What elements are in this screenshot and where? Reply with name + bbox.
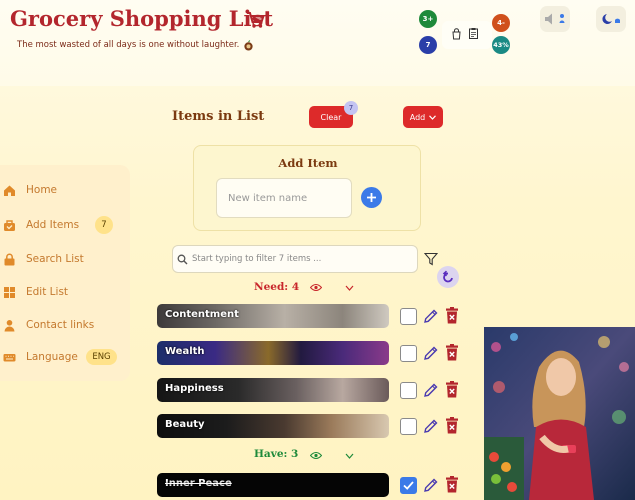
eye-icon[interactable] [310,451,322,460]
add-dropdown-button[interactable]: Add [403,106,443,128]
grid-icon [4,286,15,298]
pencil-icon[interactable] [423,418,439,434]
filter-input[interactable] [192,246,414,272]
item-name: Wealth [165,346,205,357]
sidebar-item-label: Add Items [26,219,80,231]
have-group-header: Have: 3 [254,448,299,460]
sidebar-item-edit-list[interactable]: Edit List [0,280,130,304]
add-items-count-badge: 7 [95,216,113,234]
new-item-input[interactable] [216,178,352,218]
pencil-icon[interactable] [423,382,439,398]
chevron-down-icon[interactable] [345,453,354,459]
cart-icon [247,12,265,28]
sidebar: Home Add Items 7 Search List Edit List C… [0,165,130,381]
shopper-image [484,327,635,500]
need-count-badge: 3+ [419,10,437,28]
sidebar-item-home[interactable]: Home [0,178,130,202]
item-name: Happiness [165,383,224,394]
pencil-icon[interactable] [423,477,439,493]
speaker-icon [545,13,565,25]
lock-icon [4,253,15,265]
moon-icon [602,14,620,24]
item-checkbox[interactable] [400,345,417,362]
list-item[interactable]: Beauty [157,414,389,438]
sidebar-item-language[interactable]: Language ENG [0,345,130,369]
sidebar-item-contact-links[interactable]: Contact links [0,313,130,337]
chevron-down-icon [429,114,437,120]
clear-count-badge: 7 [344,101,358,115]
item-name: Inner Peace [165,478,232,489]
language-badge[interactable]: ENG [86,349,117,365]
sidebar-item-label: Edit List [26,286,69,298]
pending-count-badge: 4- [492,14,510,32]
list-item[interactable]: Inner Peace [157,473,389,497]
section-title: Items in List [172,109,265,124]
clipboard-icon [469,28,478,39]
item-checkbox[interactable] [400,477,417,494]
theme-button[interactable] [596,6,626,32]
progress-badge: 43% [492,36,510,54]
item-name: Beauty [165,419,205,430]
app-title: Grocery Shopping List [10,6,274,31]
bag-icon [452,28,461,40]
list-item[interactable]: Contentment [157,304,389,328]
trash-icon[interactable] [445,476,459,493]
sidebar-item-label: Contact links [26,319,95,331]
sidebar-item-label: Search List [26,253,84,265]
filter-field[interactable] [172,245,418,273]
undo-button[interactable] [437,266,459,288]
sidebar-item-search-list[interactable]: Search List [0,247,130,271]
item-checkbox[interactable] [400,418,417,435]
add-item-button[interactable] [361,187,382,208]
trash-icon[interactable] [445,381,459,398]
trash-icon[interactable] [445,344,459,361]
list-item[interactable]: Happiness [157,378,389,402]
sidebar-item-label: Language [26,351,78,363]
person-icon [4,319,15,331]
search-icon [177,254,188,265]
list-item[interactable]: Wealth [157,341,389,365]
coconut-icon [244,40,253,51]
trash-icon[interactable] [445,307,459,324]
pencil-icon[interactable] [423,308,439,324]
item-name: Contentment [165,309,239,320]
add-button-label: Add [409,112,426,122]
chevron-down-icon[interactable] [345,285,354,291]
pencil-icon[interactable] [423,345,439,361]
basket-icon [4,219,15,231]
home-icon [4,185,15,196]
sound-button[interactable] [540,6,570,32]
item-checkbox[interactable] [400,382,417,399]
stats-card [442,21,492,49]
tagline: The most wasted of all days is one witho… [17,40,240,50]
check-icon [403,481,414,490]
items-count-badge: 7 [419,36,437,54]
eye-icon[interactable] [310,283,322,292]
sidebar-item-add-items[interactable]: Add Items 7 [0,213,130,237]
undo-icon [442,270,453,283]
add-item-card: Add Item [193,145,421,231]
filter-icon[interactable] [424,252,438,266]
add-item-title: Add Item [278,156,338,170]
app-header: Grocery Shopping List The most wasted of… [0,0,635,86]
item-checkbox[interactable] [400,308,417,325]
plus-icon [367,193,376,202]
keyboard-icon [3,353,16,361]
sidebar-item-label: Home [26,184,58,196]
need-group-header: Need: 4 [254,281,300,293]
trash-icon[interactable] [445,417,459,434]
shopper-photo [484,327,635,500]
